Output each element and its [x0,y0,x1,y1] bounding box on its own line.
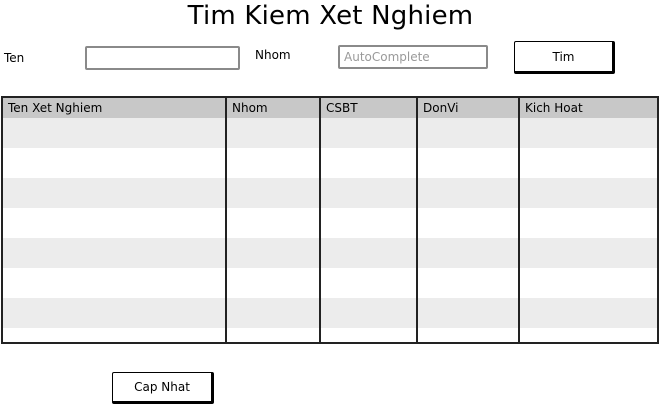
column-header-nhom[interactable]: Nhom [227,98,319,118]
column-divider [319,98,321,342]
page-title: Tim Kiem Xet Nghiem [187,1,474,31]
column-header-kich-hoat[interactable]: Kich Hoat [520,98,657,118]
table-row[interactable] [3,238,657,268]
column-header-csbt[interactable]: CSBT [321,98,416,118]
table-row[interactable] [3,298,657,328]
table-row[interactable] [3,268,657,298]
update-button[interactable]: Cap Nhat [112,372,214,404]
column-divider [225,98,227,342]
table-row[interactable] [3,148,657,178]
ten-label: Ten [4,51,25,65]
results-table: Ten Xet Nghiem Nhom CSBT DonVi Kich Hoat [1,96,659,344]
column-divider [416,98,418,342]
table-row[interactable] [3,208,657,238]
column-divider [518,98,520,342]
column-header-ten-xet-nghiem[interactable]: Ten Xet Nghiem [3,98,225,118]
nhom-autocomplete-input[interactable] [338,45,488,69]
table-row[interactable] [3,178,657,208]
nhom-label: Nhom [255,48,291,62]
search-button[interactable]: Tim [514,41,615,74]
column-header-donvi[interactable]: DonVi [418,98,518,118]
table-row[interactable] [3,328,657,342]
ten-input[interactable] [85,46,240,70]
table-row[interactable] [3,118,657,148]
